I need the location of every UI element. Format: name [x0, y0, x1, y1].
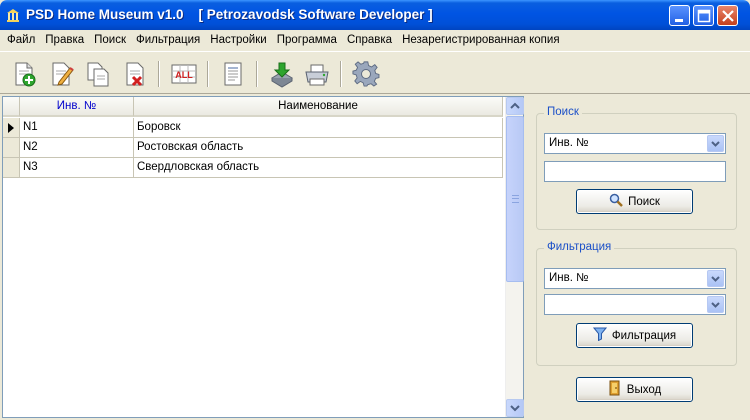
menu-unregistered[interactable]: Незарегистрированная копия	[397, 34, 565, 46]
filter-group-title: Фильтрация	[544, 241, 615, 253]
settings-gear-icon	[352, 61, 380, 87]
funnel-icon	[592, 327, 607, 344]
cell-name[interactable]: Ростовская область	[134, 138, 503, 158]
window-title: PSD Home Museum v1.0 [ Petrozavodsk Soft…	[26, 7, 433, 22]
scroll-grip-icon	[512, 195, 519, 203]
toolbar-separator	[340, 61, 342, 87]
scroll-down-button[interactable]	[506, 399, 524, 417]
toolbar-separator	[207, 61, 209, 87]
title-bar[interactable]: PSD Home Museum v1.0 [ Petrozavodsk Soft…	[0, 0, 750, 30]
delete-document-icon	[126, 62, 144, 87]
toolbar-separator	[158, 61, 160, 87]
row-indicator[interactable]	[3, 138, 20, 158]
filter-field-value: Инв. №	[549, 272, 589, 284]
search-button[interactable]: Поиск	[576, 189, 693, 214]
copy-document-icon	[87, 62, 109, 87]
chevron-down-icon	[510, 405, 520, 412]
search-group-title: Поиск	[544, 106, 582, 118]
chevron-down-icon	[711, 302, 720, 308]
minimize-button[interactable]	[669, 5, 690, 26]
search-button-label: Поиск	[628, 195, 660, 208]
search-field-value: Инв. №	[549, 137, 589, 149]
scroll-up-button[interactable]	[506, 97, 524, 115]
menu-edit[interactable]: Правка	[40, 34, 89, 46]
filter-button-label: Фильтрация	[611, 329, 677, 342]
minimize-icon	[675, 19, 683, 22]
settings-button[interactable]	[352, 60, 380, 88]
search-group: Поиск Инв. № Поиск	[536, 106, 737, 230]
menu-file[interactable]: Файл	[2, 34, 40, 46]
menu-filter[interactable]: Фильтрация	[131, 34, 205, 46]
exit-door-icon	[608, 380, 622, 399]
scroll-thumb[interactable]	[506, 116, 524, 282]
search-input[interactable]	[544, 161, 726, 182]
chevron-down-icon	[711, 276, 720, 282]
search-field-dropdown[interactable]	[707, 135, 724, 152]
table-row[interactable]: N2 Ростовская область	[3, 138, 503, 158]
menu-bar: Файл Правка Поиск Фильтрация Настройки П…	[0, 30, 750, 50]
side-panel: Поиск Инв. № Поиск Фильтрация Инв. № Фил…	[526, 96, 750, 420]
cell-inv-number[interactable]: N1	[20, 118, 134, 138]
menu-help[interactable]: Справка	[342, 34, 397, 46]
cell-name[interactable]: Свердловская область	[134, 158, 503, 178]
print-button[interactable]	[303, 60, 331, 88]
select-all-text: ALL	[175, 70, 193, 80]
toolbar-separator	[256, 61, 258, 87]
cell-inv-number[interactable]: N2	[20, 138, 134, 158]
filter-field-select[interactable]: Инв. №	[544, 268, 726, 289]
select-all-icon: ALL	[171, 64, 197, 84]
close-button[interactable]	[717, 5, 738, 26]
table-row[interactable]: N1 Боровск	[3, 118, 503, 138]
column-header-inv-number[interactable]: Инв. №	[20, 97, 134, 117]
row-indicator[interactable]	[3, 118, 20, 138]
table-row[interactable]: N3 Свердловская область	[3, 158, 503, 178]
exit-button[interactable]: Выход	[576, 377, 693, 402]
museum-app-icon	[6, 8, 20, 22]
maximize-button[interactable]	[693, 5, 714, 26]
add-document-icon	[15, 62, 36, 87]
report-icon	[224, 62, 242, 86]
vertical-scrollbar[interactable]	[505, 97, 524, 417]
edit-record-button[interactable]	[47, 60, 75, 88]
exit-button-label: Выход	[626, 383, 662, 396]
cell-name[interactable]: Боровск	[134, 118, 503, 138]
report-button[interactable]	[219, 60, 247, 88]
chevron-down-icon	[711, 141, 720, 147]
filter-field-dropdown[interactable]	[707, 270, 724, 287]
records-grid[interactable]: Инв. № Наименование N1 Боровск N2 Ростов…	[2, 96, 524, 418]
filter-button[interactable]: Фильтрация	[576, 323, 693, 348]
menu-program[interactable]: Программа	[272, 34, 342, 46]
close-icon	[722, 10, 734, 22]
print-icon	[305, 64, 329, 86]
menu-search[interactable]: Поиск	[89, 34, 131, 46]
magnifier-icon	[609, 193, 623, 210]
row-indicator[interactable]	[3, 158, 20, 178]
column-header-name[interactable]: Наименование	[134, 97, 503, 117]
select-all-button[interactable]: ALL	[170, 60, 198, 88]
filter-value-dropdown[interactable]	[707, 296, 724, 313]
import-icon	[271, 62, 293, 88]
search-field-select[interactable]: Инв. №	[544, 133, 726, 154]
toolbar: ALL	[0, 51, 750, 94]
edit-document-icon	[52, 62, 74, 86]
cell-inv-number[interactable]: N3	[20, 158, 134, 178]
grid-header: Инв. № Наименование	[3, 97, 503, 117]
chevron-up-icon	[510, 102, 520, 109]
delete-record-button[interactable]	[121, 60, 149, 88]
menu-settings[interactable]: Настройки	[205, 34, 271, 46]
maximize-icon	[697, 9, 711, 23]
row-indicator-header	[3, 97, 20, 117]
copy-record-button[interactable]	[84, 60, 112, 88]
filter-group: Фильтрация Инв. № Фильтрация	[536, 241, 737, 366]
import-button[interactable]	[268, 60, 296, 88]
add-record-button[interactable]	[10, 60, 38, 88]
filter-value-select[interactable]	[544, 294, 726, 315]
current-row-pointer-icon	[8, 123, 14, 133]
